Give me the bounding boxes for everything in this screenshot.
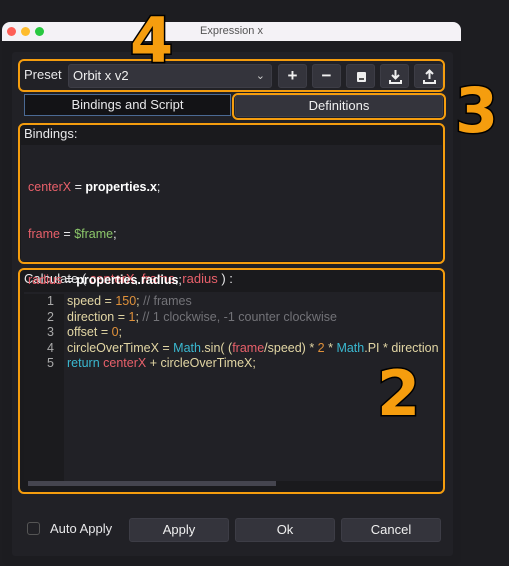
script-editor[interactable]: 12345 speed = 150; // frames direction = … [24, 292, 442, 481]
tab-label: Bindings and Script [71, 97, 184, 112]
binding-operator: = [71, 180, 86, 194]
zoom-window-button[interactable] [35, 27, 44, 36]
import-preset-button[interactable] [380, 64, 409, 88]
bindings-title: Bindings: [24, 126, 78, 141]
binding-variable: frame [28, 226, 60, 241]
binding-terminator: ; [178, 273, 182, 287]
close-window-button[interactable] [7, 27, 16, 36]
preset-label: Preset [24, 67, 62, 82]
binding-operator: = [59, 226, 75, 241]
bindings-editor[interactable]: centerX = properties.x; frame = $frame; … [21, 145, 442, 287]
window-title: Expression x [200, 25, 263, 37]
download-icon [389, 70, 402, 84]
auto-apply-checkbox[interactable] [27, 522, 40, 535]
save-icon [357, 72, 366, 82]
binding-line: centerX = properties.x; [28, 180, 160, 196]
line-number-gutter: 12345 [24, 294, 64, 481]
binding-value: properties.radius [76, 273, 179, 287]
remove-preset-button[interactable]: − [312, 64, 341, 88]
tab-label: Definitions [308, 98, 370, 113]
horizontal-scrollbar[interactable] [28, 481, 276, 486]
binding-terminator: ; [113, 226, 117, 241]
upload-icon [423, 69, 436, 84]
ok-button[interactable]: Ok [235, 518, 335, 542]
title-bar: Expression x [2, 22, 461, 41]
plus-icon: + [287, 66, 298, 85]
binding-variable: radius [28, 273, 63, 287]
add-preset-button[interactable]: + [278, 64, 307, 88]
save-preset-button[interactable] [346, 64, 375, 88]
tab-bindings-and-script[interactable]: Bindings and Script [24, 94, 231, 116]
auto-apply-label: Auto Apply [50, 521, 113, 536]
minimize-window-button[interactable] [21, 27, 30, 36]
binding-line: radius = properties.radius; [28, 273, 182, 289]
binding-terminator: ; [156, 180, 161, 194]
binding-variable: centerX [28, 180, 72, 194]
tab-definitions[interactable]: Definitions [235, 95, 443, 117]
apply-button[interactable]: Apply [129, 518, 229, 542]
preset-select[interactable]: Orbit x v2 ⌄ [68, 64, 272, 88]
annotation-3: 3 [453, 74, 499, 147]
binding-value: properties.x [85, 180, 157, 194]
binding-operator: = [62, 273, 77, 287]
export-preset-button[interactable] [414, 64, 443, 88]
binding-value: $frame [74, 226, 114, 241]
chevron-down-icon: ⌄ [255, 70, 265, 82]
minus-icon: − [321, 66, 332, 85]
binding-line: frame = $frame; [28, 227, 117, 243]
cancel-button[interactable]: Cancel [341, 518, 441, 542]
preset-value: Orbit x v2 [73, 68, 129, 83]
expression-window: Expression x Preset Orbit x v2 ⌄ + − Bin… [2, 22, 461, 566]
